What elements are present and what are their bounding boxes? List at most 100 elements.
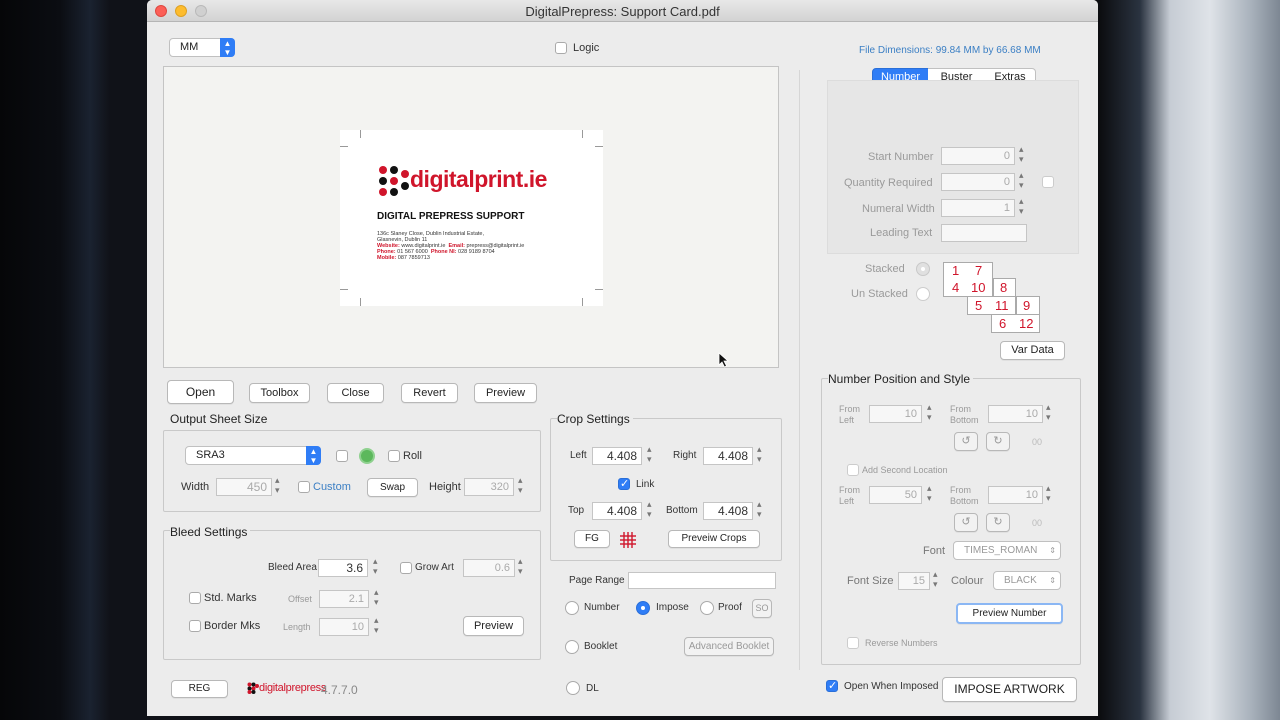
logic-checkbox[interactable]: [555, 42, 567, 54]
stack-sheet-3: 5 11: [967, 296, 1016, 315]
open-when-imposed-checkbox[interactable]: [826, 679, 838, 692]
grow-art-stepper[interactable]: [518, 556, 527, 577]
unstacked-radio[interactable]: [916, 287, 930, 301]
sheet-option-checkbox[interactable]: [336, 450, 348, 462]
toolbox-button[interactable]: Toolbox: [249, 383, 310, 403]
so-button[interactable]: SO: [752, 599, 772, 618]
width-stepper[interactable]: [275, 475, 284, 496]
advanced-booklet-button[interactable]: Advanced Booklet: [684, 637, 774, 656]
quantity-checkbox[interactable]: [1042, 176, 1054, 188]
stack-sheet-2: 8: [993, 278, 1016, 297]
bleed-preview-button[interactable]: Preview: [463, 616, 524, 636]
custom-checkbox[interactable]: [298, 481, 310, 493]
from-left-stepper-1[interactable]: [927, 402, 936, 423]
proof-radio[interactable]: [700, 601, 714, 615]
crop-settings-title: Crop Settings: [557, 412, 633, 426]
from-left-field-1[interactable]: 10: [869, 405, 922, 423]
leading-text-field[interactable]: [941, 224, 1027, 242]
preview-crops-button[interactable]: Preveiw Crops: [668, 530, 760, 548]
bleed-area-field[interactable]: 3.6: [318, 559, 368, 577]
brand-text: digitalprepress: [259, 682, 327, 694]
impose-radio[interactable]: [636, 601, 650, 615]
font-label: Font: [923, 545, 946, 557]
height-stepper[interactable]: [518, 475, 527, 496]
start-number-field[interactable]: 0: [941, 147, 1015, 165]
revert-button[interactable]: Revert: [401, 383, 458, 403]
page-range-field[interactable]: [628, 572, 776, 589]
rotate-right-icon[interactable]: ↻: [986, 513, 1010, 532]
number-radio[interactable]: [565, 601, 579, 615]
preview-button[interactable]: Preview: [474, 383, 537, 403]
font-size-label: Font Size: [847, 575, 894, 587]
phone-ni-label: Phone NI:: [430, 249, 457, 255]
open-button[interactable]: Open: [167, 380, 234, 404]
from-bottom-stepper-2[interactable]: [1046, 483, 1055, 504]
from-bottom-field-2[interactable]: 10: [988, 486, 1043, 504]
from-bottom-stepper-1[interactable]: [1046, 402, 1055, 423]
sheet-size-select[interactable]: SRA3 ▲ ▼: [185, 446, 321, 465]
booklet-radio[interactable]: [565, 640, 579, 654]
length-field[interactable]: 10: [319, 618, 369, 636]
from-left-stepper-2[interactable]: [927, 483, 936, 504]
crop-right-label: Right: [673, 450, 697, 461]
quantity-stepper[interactable]: [1019, 170, 1028, 191]
add-second-location-checkbox[interactable]: [847, 464, 859, 476]
swap-button[interactable]: Swap: [367, 478, 418, 497]
crop-bottom-stepper[interactable]: [757, 499, 766, 520]
rotate-left-icon[interactable]: ↺: [954, 432, 978, 451]
refresh-icon[interactable]: [359, 448, 375, 464]
rotate-left-icon[interactable]: ↺: [954, 513, 978, 532]
mobile-value: 087 7859713: [397, 255, 430, 261]
height-field[interactable]: 320: [464, 478, 514, 496]
colour-value: BLACK: [1004, 575, 1037, 586]
font-size-stepper[interactable]: [933, 569, 942, 590]
width-field[interactable]: 450: [216, 478, 272, 496]
from-bottom-field-1[interactable]: 10: [988, 405, 1043, 423]
crop-right-field[interactable]: 4.408: [703, 447, 753, 465]
reg-button[interactable]: REG: [171, 680, 228, 698]
length-stepper[interactable]: [374, 615, 383, 636]
bleed-area-stepper[interactable]: [373, 556, 382, 577]
font-size-field[interactable]: 15: [898, 572, 930, 590]
phone-ni-value: 028 9189 8704: [458, 249, 495, 255]
grid-icon[interactable]: [619, 531, 637, 549]
crop-left-stepper[interactable]: [647, 444, 656, 465]
link-checkbox[interactable]: [618, 477, 630, 490]
offset-stepper[interactable]: [374, 587, 383, 608]
crop-top-field[interactable]: 4.408: [592, 502, 642, 520]
close-button[interactable]: Close: [327, 383, 384, 403]
font-value: TIMES_ROMAN: [964, 545, 1038, 556]
colour-select[interactable]: BLACK ⇕: [993, 571, 1061, 590]
numeral-width-field[interactable]: 1: [941, 199, 1015, 217]
offset-field[interactable]: 2.1: [319, 590, 369, 608]
crop-left-label: Left: [570, 450, 587, 461]
fg-button[interactable]: FG: [574, 530, 610, 548]
preview-number-button[interactable]: Preview Number: [956, 603, 1063, 624]
grow-art-field[interactable]: 0.6: [463, 559, 515, 577]
stack-number: 1: [952, 263, 960, 278]
page-range-label: Page Range: [569, 575, 625, 586]
crop-top-stepper[interactable]: [647, 499, 656, 520]
quantity-field[interactable]: 0: [941, 173, 1015, 191]
crop-left-field[interactable]: 4.408: [592, 447, 642, 465]
dl-radio[interactable]: [566, 681, 580, 695]
font-select[interactable]: TIMES_ROMAN ⇕: [953, 541, 1061, 560]
std-marks-checkbox[interactable]: [189, 592, 201, 604]
numeral-width-stepper[interactable]: [1019, 196, 1028, 217]
from-left-field-2[interactable]: 50: [869, 486, 922, 504]
var-data-button[interactable]: Var Data: [1000, 341, 1065, 360]
card-mobile-line: Mobile: 087 7859713: [377, 255, 524, 261]
impose-artwork-button[interactable]: IMPOSE ARTWORK: [942, 677, 1077, 702]
reverse-numbers-checkbox[interactable]: [847, 637, 859, 649]
stacked-radio[interactable]: [916, 262, 930, 276]
crop-bottom-field[interactable]: 4.408: [703, 502, 753, 520]
units-select[interactable]: MM ▲ ▼: [169, 38, 235, 57]
border-marks-checkbox[interactable]: [189, 620, 201, 632]
units-value: MM: [180, 41, 199, 53]
start-number-stepper[interactable]: [1019, 144, 1028, 165]
bleed-settings-title: Bleed Settings: [170, 525, 251, 539]
grow-art-checkbox[interactable]: [400, 562, 412, 574]
crop-right-stepper[interactable]: [757, 444, 766, 465]
rotate-right-icon[interactable]: ↻: [986, 432, 1010, 451]
roll-checkbox[interactable]: [388, 450, 400, 462]
